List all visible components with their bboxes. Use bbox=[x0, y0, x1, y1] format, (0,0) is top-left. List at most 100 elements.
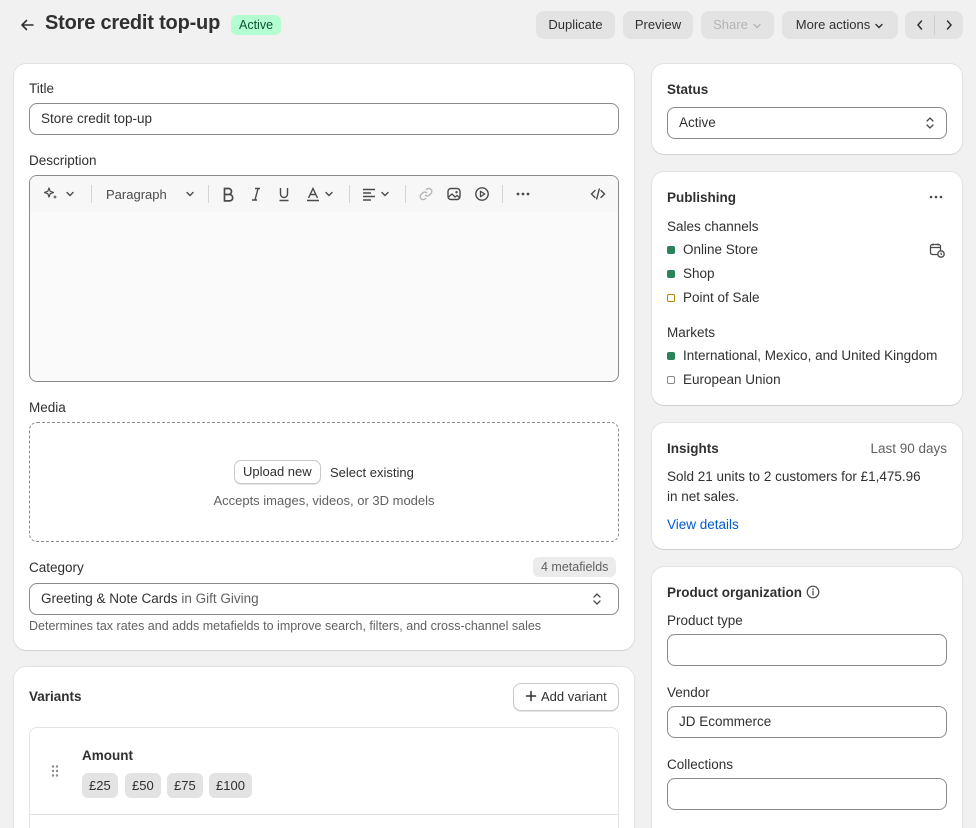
code-icon bbox=[590, 188, 606, 200]
paragraph-format-select[interactable]: Paragraph bbox=[106, 184, 195, 204]
more-actions-button[interactable]: More actions bbox=[782, 11, 898, 39]
upload-new-button[interactable]: Upload new bbox=[234, 460, 321, 484]
calendar-schedule-icon[interactable] bbox=[929, 242, 945, 261]
bold-icon bbox=[223, 187, 234, 202]
market-european-union: European Union bbox=[683, 372, 781, 387]
status-select[interactable]: Active bbox=[667, 107, 947, 139]
chevron-left-icon bbox=[916, 20, 922, 30]
description-label: Description bbox=[29, 153, 97, 168]
chevron-down-icon bbox=[875, 23, 883, 29]
option-value-pill: £50 bbox=[125, 773, 161, 798]
publishing-heading: Publishing bbox=[667, 190, 736, 205]
drag-handle-icon[interactable] bbox=[50, 764, 60, 781]
channel-online-store: Online Store bbox=[683, 242, 759, 257]
chevron-down-icon bbox=[753, 23, 761, 29]
play-circle-icon bbox=[475, 187, 489, 201]
option-value-pill: £75 bbox=[167, 773, 203, 798]
product-pager bbox=[905, 11, 963, 39]
align-button[interactable] bbox=[361, 184, 390, 204]
variants-heading: Variants bbox=[29, 689, 82, 704]
editor-toolbar: Paragraph bbox=[30, 176, 618, 212]
align-left-icon bbox=[363, 188, 375, 201]
show-html-button[interactable] bbox=[590, 184, 606, 204]
variant-option-row: Amount £25 £50 £75 £100 bbox=[29, 727, 619, 828]
option-name: Amount bbox=[82, 748, 133, 763]
more-formatting-button[interactable] bbox=[515, 184, 531, 204]
sales-channels-label: Sales channels bbox=[667, 219, 759, 234]
back-arrow-icon[interactable] bbox=[18, 16, 36, 34]
category-label: Category bbox=[29, 560, 84, 575]
select-existing-button[interactable]: Select existing bbox=[330, 465, 414, 480]
status-card: Status Active bbox=[652, 64, 962, 154]
media-hint: Accepts images, videos, or 3D models bbox=[213, 493, 435, 508]
underline-icon bbox=[279, 188, 289, 202]
category-value: Greeting & Note Cards bbox=[41, 591, 178, 606]
status-value: Active bbox=[679, 115, 716, 130]
share-button[interactable]: Share bbox=[701, 11, 774, 39]
markets-label: Markets bbox=[667, 325, 716, 340]
link-icon bbox=[419, 187, 433, 201]
chevron-down-icon bbox=[325, 191, 333, 197]
italic-button[interactable] bbox=[249, 184, 263, 204]
add-variant-button[interactable]: Add variant bbox=[513, 683, 619, 711]
sparkle-icon bbox=[43, 187, 57, 199]
underline-button[interactable] bbox=[277, 184, 291, 204]
plus-icon bbox=[525, 690, 537, 702]
organization-heading: Product organization bbox=[667, 585, 802, 600]
product-organization-card: Product organization Product type Vendor… bbox=[652, 567, 962, 828]
insights-period: Last 90 days bbox=[870, 441, 947, 456]
text-color-button[interactable] bbox=[305, 184, 334, 204]
status-heading: Status bbox=[667, 82, 709, 97]
category-parent: in Gift Giving bbox=[181, 591, 259, 606]
vendor-input[interactable]: JD Ecommerce bbox=[667, 706, 947, 738]
collections-label: Collections bbox=[667, 757, 734, 772]
status-badge: Active bbox=[231, 15, 282, 35]
preview-button[interactable]: Preview bbox=[623, 11, 693, 39]
product-type-label: Product type bbox=[667, 613, 743, 628]
market-status-dot bbox=[667, 376, 675, 384]
toolbar-separator bbox=[405, 185, 406, 203]
add-variant-label: Add variant bbox=[541, 689, 607, 704]
chevron-right-icon bbox=[946, 20, 952, 30]
more-horizontal-icon[interactable] bbox=[928, 189, 944, 208]
link-button[interactable] bbox=[418, 184, 434, 204]
chevron-down-icon bbox=[381, 191, 389, 197]
next-product-button[interactable] bbox=[934, 11, 963, 39]
info-icon[interactable] bbox=[806, 585, 820, 602]
channel-point-of-sale: Point of Sale bbox=[683, 290, 760, 305]
channel-shop: Shop bbox=[683, 266, 715, 281]
more-actions-label: More actions bbox=[795, 17, 871, 32]
select-chevron-icon bbox=[593, 593, 601, 605]
channel-status-dot bbox=[667, 246, 675, 254]
description-editor[interactable]: Paragraph bbox=[29, 175, 619, 382]
toolbar-separator bbox=[349, 185, 350, 203]
view-details-link[interactable]: View details bbox=[667, 517, 739, 532]
chevron-down-icon bbox=[186, 191, 194, 197]
metafields-badge[interactable]: 4 metafields bbox=[533, 557, 617, 577]
insert-image-button[interactable] bbox=[446, 184, 462, 204]
toolbar-separator bbox=[208, 185, 209, 203]
option-value-pill: £25 bbox=[82, 773, 118, 798]
title-input[interactable]: Store credit top-up bbox=[29, 103, 619, 135]
publishing-card: Publishing Sales channels Online Store S… bbox=[652, 172, 962, 405]
category-select[interactable]: Greeting & Note Cards in Gift Giving bbox=[29, 583, 619, 615]
media-dropzone[interactable]: Upload new Select existing Accepts image… bbox=[29, 422, 619, 542]
variants-card: Variants Add variant Amount £25 £50 £75 … bbox=[14, 667, 634, 828]
product-type-input[interactable] bbox=[667, 634, 947, 666]
duplicate-button[interactable]: Duplicate bbox=[536, 11, 615, 39]
paragraph-label: Paragraph bbox=[106, 186, 167, 202]
insert-video-button[interactable] bbox=[474, 184, 490, 204]
toolbar-separator bbox=[91, 185, 92, 203]
page-title: Store credit top-up bbox=[45, 12, 221, 34]
product-details-card: Title Store credit top-up Description Pa… bbox=[14, 64, 634, 650]
ai-magic-button[interactable] bbox=[43, 184, 75, 204]
insights-heading: Insights bbox=[667, 441, 719, 456]
vendor-label: Vendor bbox=[667, 685, 710, 700]
option-value-pill: £100 bbox=[209, 773, 252, 798]
page-header: Store credit top-up Active Duplicate Pre… bbox=[0, 0, 976, 50]
channel-status-dot bbox=[667, 294, 675, 302]
previous-product-button[interactable] bbox=[905, 11, 934, 39]
collections-input[interactable] bbox=[667, 778, 947, 810]
media-label: Media bbox=[29, 400, 66, 415]
bold-button[interactable] bbox=[221, 184, 235, 204]
